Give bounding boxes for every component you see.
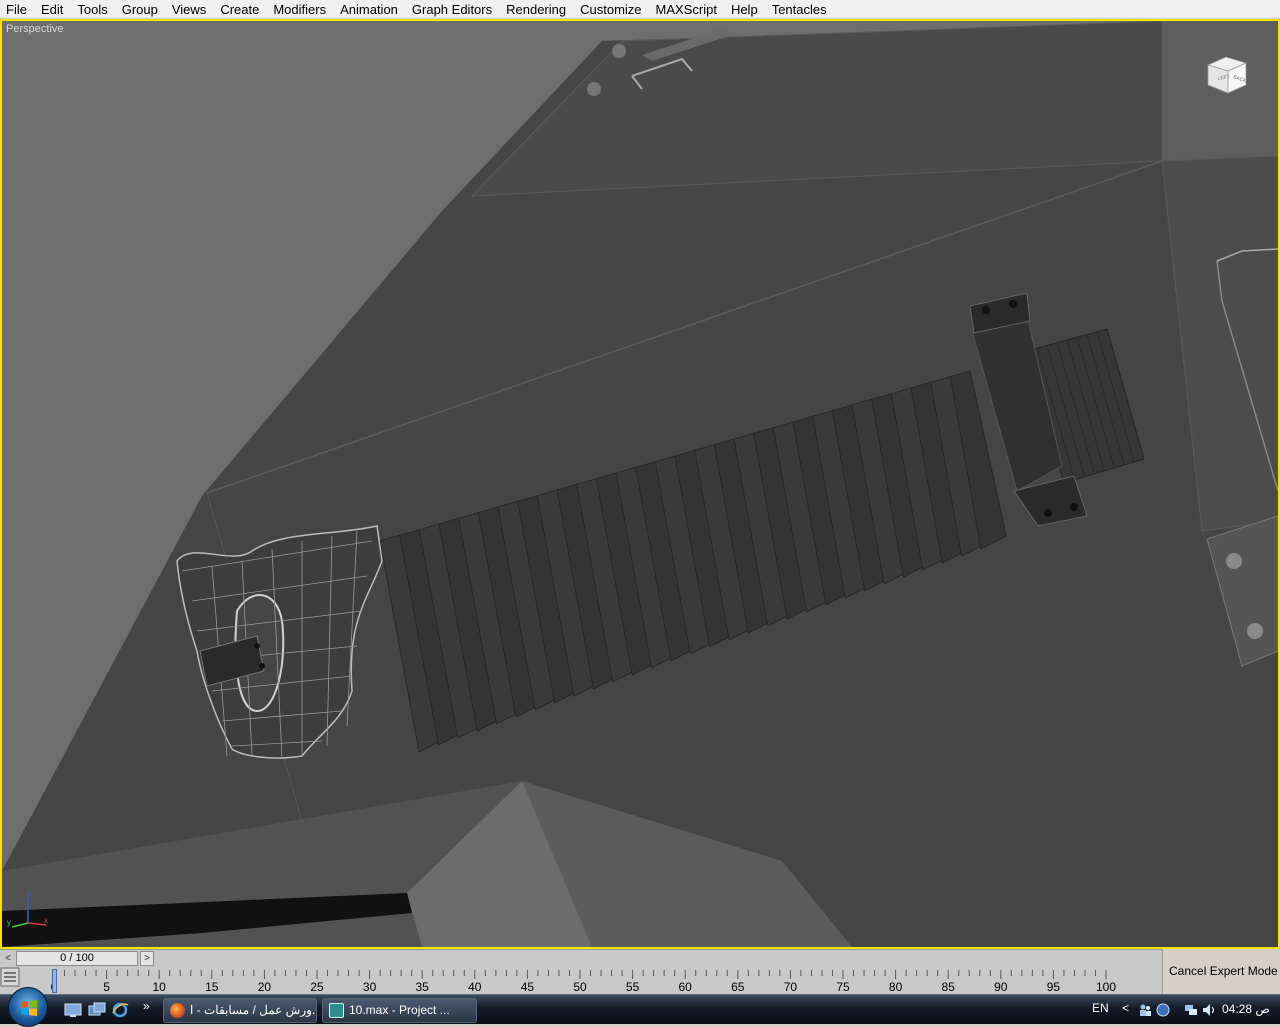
- trackbar-tick-label: 75: [836, 980, 850, 994]
- current-frame-marker[interactable]: [52, 969, 57, 993]
- bolt: [1009, 300, 1017, 308]
- trackbar-tick-label: 5: [103, 980, 110, 994]
- bolt: [587, 82, 601, 96]
- time-slider-thumb[interactable]: 0 / 100: [16, 951, 138, 966]
- menu-graph-editors[interactable]: Graph Editors: [405, 1, 499, 18]
- trackbar-tick-label: 25: [310, 980, 324, 994]
- bolt: [1070, 503, 1078, 511]
- task-button-3dsmax[interactable]: 10.max - Project ...: [322, 998, 477, 1023]
- menu-create[interactable]: Create: [213, 1, 266, 18]
- menu-group[interactable]: Group: [115, 1, 165, 18]
- perspective-viewport[interactable]: Perspective LEFT BACK z x y: [0, 19, 1280, 949]
- trackbar-tick-label: 85: [941, 980, 955, 994]
- windows-logo-icon: [21, 1000, 37, 1016]
- axis-tripod-icon: z x y: [7, 889, 48, 928]
- trackbar-tick-label: 45: [520, 980, 535, 994]
- time-slider: < 0 / 100 >: [0, 949, 1162, 967]
- trackbar-tick-label: 10: [152, 980, 166, 994]
- time-next-button[interactable]: >: [140, 951, 154, 966]
- menu-customize[interactable]: Customize: [573, 1, 648, 18]
- language-bar-icon[interactable]: [1156, 1003, 1170, 1017]
- trackbar-tick-label: 15: [205, 980, 219, 994]
- bolt: [1226, 553, 1242, 569]
- network-icon[interactable]: [1184, 1003, 1198, 1017]
- viewport-label[interactable]: Perspective: [6, 23, 63, 35]
- menu-edit[interactable]: Edit: [34, 1, 70, 18]
- trackbar-tick-label: 50: [573, 980, 587, 994]
- trackbar[interactable]: 0510152025303540455055606570758085909510…: [0, 967, 1162, 994]
- cancel-expert-mode-button[interactable]: Cancel Expert Mode: [1169, 964, 1278, 978]
- trackbar-tick-label: 55: [625, 980, 640, 994]
- taskbar: » ورش عمل / مسابقات - ا... 10.max - Proj…: [0, 987, 1280, 1027]
- viewcube-icon[interactable]: LEFT BACK: [1204, 51, 1250, 97]
- task-label: 10.max - Project ...: [349, 1003, 450, 1017]
- quicklaunch-more-button[interactable]: »: [143, 999, 150, 1013]
- menu-rendering[interactable]: Rendering: [499, 1, 573, 18]
- trackbar-tick-label: 90: [994, 980, 1008, 994]
- menu-modifiers[interactable]: Modifiers: [266, 1, 333, 18]
- clock[interactable]: 04:28 ص: [1222, 1002, 1270, 1016]
- switch-windows-icon[interactable]: [88, 1002, 106, 1018]
- menu-file[interactable]: File: [0, 1, 34, 18]
- time-slider-track[interactable]: [156, 951, 1160, 966]
- firefox-icon: [170, 1003, 185, 1018]
- menu-animation[interactable]: Animation: [333, 1, 405, 18]
- trackbar-tick-label: 35: [415, 980, 429, 994]
- bolt: [612, 44, 626, 58]
- trackbar-tick-label: 30: [362, 980, 377, 994]
- menu-tools[interactable]: Tools: [70, 1, 114, 18]
- trackbar-tick-label: 40: [468, 980, 482, 994]
- bolt: [1247, 623, 1263, 639]
- task-button-firefox[interactable]: ورش عمل / مسابقات - ا...: [163, 998, 317, 1023]
- menu-bar: File Edit Tools Group Views Create Modif…: [0, 0, 1280, 19]
- menu-maxscript[interactable]: MAXScript: [649, 1, 724, 18]
- language-indicator[interactable]: EN: [1092, 1001, 1109, 1015]
- 3dsmax-icon: [329, 1003, 344, 1018]
- start-button[interactable]: [8, 987, 48, 1027]
- axis-label-z: z: [27, 889, 31, 898]
- axis-label-x: x: [44, 916, 48, 925]
- axis-label-y: y: [7, 918, 11, 927]
- trackbar-tick-label: 20: [257, 980, 272, 994]
- users-icon[interactable]: [1138, 1003, 1152, 1017]
- trackbar-tick-label: 70: [783, 980, 798, 994]
- volume-icon[interactable]: [1202, 1003, 1216, 1017]
- trackbar-tick-label: 60: [678, 980, 692, 994]
- trackbar-tick-label: 65: [731, 980, 745, 994]
- trackbar-tick-label: 80: [888, 980, 903, 994]
- trackbar-tick-label: 100: [1095, 980, 1117, 994]
- show-desktop-icon[interactable]: [64, 1002, 82, 1018]
- time-prev-button[interactable]: <: [2, 952, 14, 966]
- expert-mode-panel: Cancel Expert Mode: [1162, 949, 1280, 994]
- menu-tentacles[interactable]: Tentacles: [765, 1, 834, 18]
- menu-help[interactable]: Help: [724, 1, 765, 18]
- bolt: [982, 306, 990, 314]
- task-label: ورش عمل / مسابقات - ا...: [190, 1003, 316, 1017]
- internet-explorer-icon[interactable]: [111, 1002, 129, 1018]
- menu-views[interactable]: Views: [165, 1, 213, 18]
- bolt: [1044, 509, 1052, 517]
- viewport-scene: [2, 21, 1278, 947]
- tray-expand-button[interactable]: <: [1122, 1001, 1129, 1015]
- trackbar-tick-label: 95: [1046, 980, 1061, 994]
